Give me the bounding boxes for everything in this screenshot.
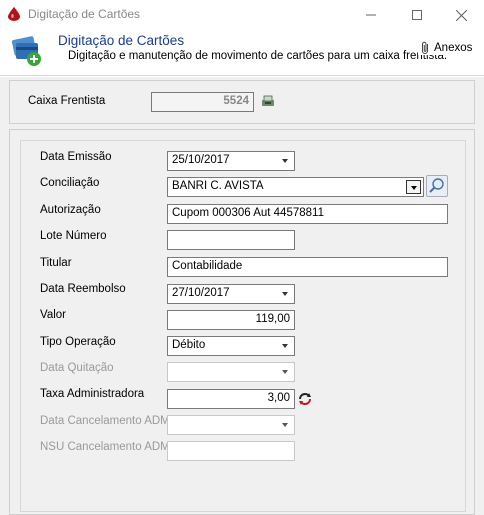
minimize-icon (366, 14, 376, 16)
lote-numero-label: Lote Número (40, 230, 107, 242)
nsu-cancelamento-adm-field[interactable] (167, 441, 295, 461)
chevron-down-icon[interactable] (282, 423, 288, 427)
data-quitacao-label: Data Quitação (40, 362, 114, 374)
tipo-operacao-select[interactable]: Débito (167, 336, 295, 356)
cards-add-icon (11, 36, 41, 66)
header-subtitle: Digitação e manutenção de movimento de c… (68, 50, 448, 62)
taxa-administradora-field[interactable]: 3,00 (167, 389, 295, 409)
valor-field[interactable]: 119,00 (167, 310, 295, 330)
cashier-icon[interactable] (261, 95, 275, 107)
data-reembolso-label: Data Reembolso (40, 283, 126, 295)
minimize-button[interactable] (348, 0, 394, 30)
caixa-frentista-field[interactable]: 5524 (151, 92, 254, 112)
title-bar: Digitação de Cartões (0, 0, 484, 30)
valor-label: Valor (40, 309, 66, 321)
nsu-cancelamento-adm-label: NSU Cancelamento ADM (40, 441, 170, 453)
conciliacao-select[interactable]: BANRI C. AVISTA (167, 177, 424, 197)
chevron-down-icon[interactable] (282, 292, 288, 296)
lote-numero-field[interactable] (167, 230, 295, 250)
tipo-operacao-value: Débito (172, 339, 206, 351)
conciliacao-label: Conciliação (40, 177, 100, 189)
data-reembolso-value: 27/10/2017 (172, 287, 230, 299)
close-button[interactable] (438, 0, 484, 30)
close-icon (455, 9, 467, 21)
paperclip-icon (422, 41, 428, 54)
dropdown-arrow-icon[interactable] (406, 180, 421, 194)
conciliacao-value: BANRI C. AVISTA (172, 180, 264, 192)
chevron-down-icon[interactable] (282, 159, 288, 163)
chevron-down-icon[interactable] (282, 344, 288, 348)
data-emissao-picker[interactable]: 25/10/2017 (167, 151, 295, 171)
taxa-administradora-label: Taxa Administradora (40, 388, 145, 400)
header-title: Digitação de Cartões (58, 33, 185, 48)
magnifier-icon (429, 178, 444, 193)
data-emissao-value: 25/10/2017 (172, 154, 230, 166)
main-panel: Data Emissão 25/10/2017 Conciliação BANR… (9, 129, 475, 515)
form-header: Digitação de Cartões Digitação e manuten… (0, 30, 484, 76)
titular-label: Titular (40, 257, 72, 269)
data-cancelamento-adm-label: Data Cancelamento ADM (40, 415, 170, 427)
window-title: Digitação de Cartões (28, 7, 141, 21)
blood-drop-icon (8, 7, 20, 21)
refresh-icon[interactable] (297, 392, 313, 406)
autorizacao-label: Autorização (40, 204, 101, 216)
form-body: Caixa Frentista 5524 Data Emissão 25/10/… (0, 77, 484, 515)
maximize-icon (412, 10, 422, 20)
card-form: Data Emissão 25/10/2017 Conciliação BANR… (20, 140, 466, 512)
caixa-panel: Caixa Frentista 5524 (9, 80, 475, 124)
data-emissao-label: Data Emissão (40, 151, 112, 163)
anexos-button[interactable]: Anexos (418, 41, 473, 55)
maximize-button[interactable] (394, 0, 440, 30)
autorizacao-field[interactable]: Cupom 000306 Aut 44578811 (167, 204, 448, 224)
chevron-down-icon[interactable] (282, 370, 288, 374)
caixa-frentista-label: Caixa Frentista (28, 95, 106, 107)
data-quitacao-picker[interactable] (167, 362, 295, 382)
titular-field[interactable]: Contabilidade (167, 257, 448, 277)
data-reembolso-picker[interactable]: 27/10/2017 (167, 284, 295, 304)
anexos-label: Anexos (434, 42, 473, 54)
tipo-operacao-label: Tipo Operação (40, 336, 116, 348)
conciliacao-search-button[interactable] (426, 175, 448, 197)
data-cancelamento-adm-picker[interactable] (167, 415, 295, 435)
